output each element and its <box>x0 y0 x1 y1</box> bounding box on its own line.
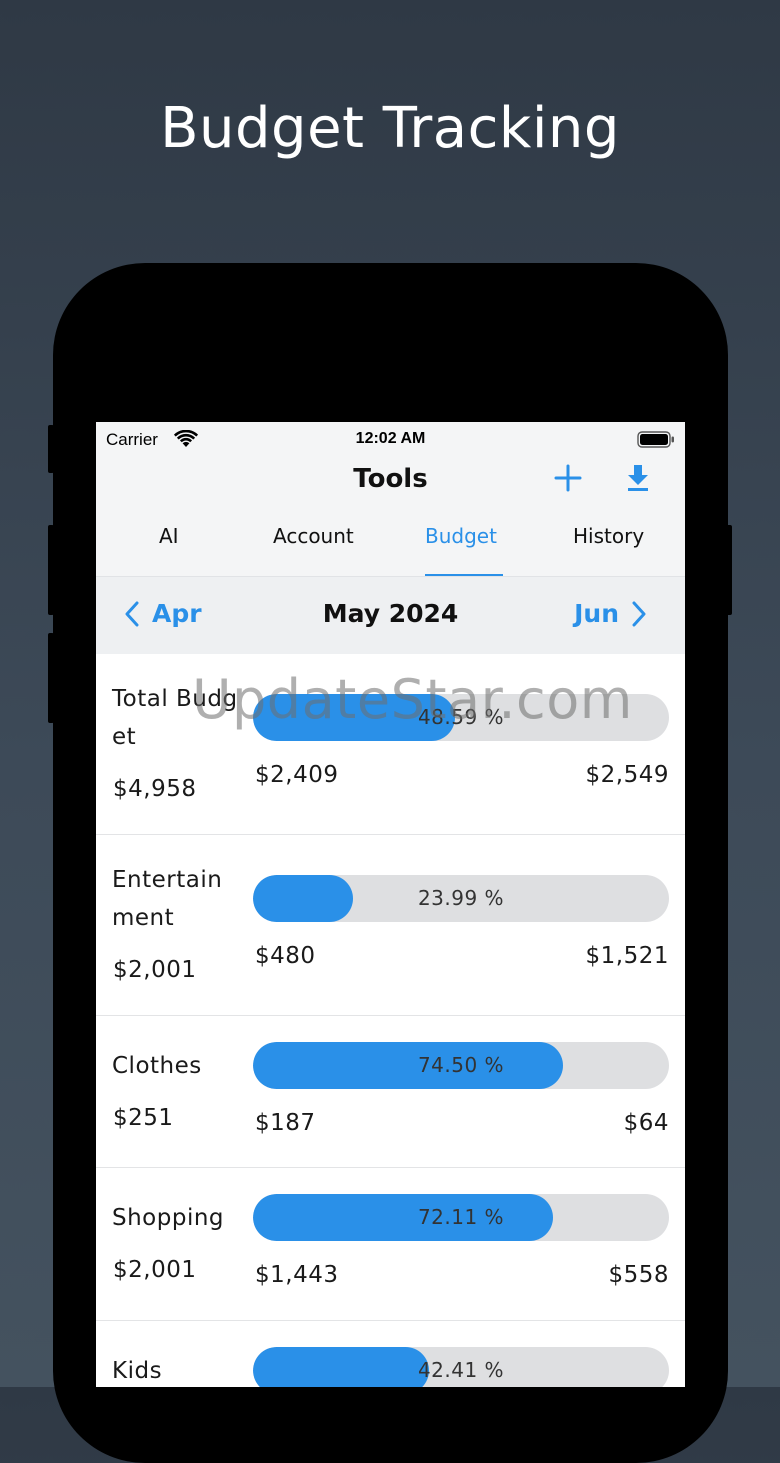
budget-row-entertainment[interactable]: Entertainment $2,001 23.99 % $480 $1,521 <box>96 835 685 1016</box>
plus-icon <box>554 464 582 492</box>
remaining-amount: $1,521 <box>585 943 669 969</box>
active-tab-indicator <box>425 574 503 576</box>
spent-amount: $2,409 <box>255 762 339 788</box>
budget-row-clothes[interactable]: Clothes $251 74.50 % $187 $64 <box>96 1016 685 1168</box>
download-icon <box>628 465 648 491</box>
progress-percent: 42.41 % <box>417 1358 505 1382</box>
add-button[interactable] <box>552 462 584 494</box>
app-screen: Carrier 12:02 AM Tools AI Account Budget… <box>96 422 685 1387</box>
budget-amount: $4,958 <box>113 776 197 802</box>
promo-title: Budget Tracking <box>160 96 620 161</box>
budget-progress-bar: 23.99 % <box>253 875 669 922</box>
progress-percent: 23.99 % <box>417 886 505 910</box>
tab-history[interactable]: History <box>573 524 644 548</box>
spent-amount: $1,443 <box>255 1262 339 1288</box>
navigation-bar: Tools <box>96 456 685 504</box>
progress-percent: 48.59 % <box>417 705 505 729</box>
progress-percent: 72.11 % <box>417 1205 505 1229</box>
battery-icon <box>637 431 675 453</box>
remaining-amount: $64 <box>623 1110 669 1136</box>
budget-name: Total Budget <box>112 686 238 750</box>
next-month-button[interactable]: Jun <box>574 599 647 628</box>
budget-progress-bar: 74.50 % <box>253 1042 669 1089</box>
budget-row-kids[interactable]: Kids 42.41 % <box>96 1321 685 1387</box>
chevron-right-icon <box>632 601 646 626</box>
budget-name: Kids <box>112 1358 163 1384</box>
remaining-amount: $2,549 <box>585 762 669 788</box>
budget-list: Total Budget $4,958 48.59 % $2,409 $2,54… <box>96 654 685 1387</box>
budget-row-shopping[interactable]: Shopping $2,001 72.11 % $1,443 $558 <box>96 1168 685 1321</box>
download-button[interactable] <box>622 462 654 494</box>
budget-name: Clothes <box>112 1053 202 1079</box>
budget-progress-bar: 42.41 % <box>253 1347 669 1387</box>
status-bar: Carrier 12:02 AM <box>96 422 685 456</box>
tab-bar: AI Account Budget History <box>96 504 685 577</box>
tab-account[interactable]: Account <box>273 524 354 548</box>
month-navigator: Apr May 2024 Jun <box>96 577 685 654</box>
spent-amount: $480 <box>255 943 316 969</box>
next-month-label: Jun <box>574 599 619 628</box>
budget-name: Shopping <box>112 1205 225 1231</box>
budget-name: Entertainment <box>112 867 223 931</box>
progress-percent: 74.50 % <box>417 1053 505 1077</box>
budget-progress-bar: 48.59 % <box>253 694 669 741</box>
budget-row-total[interactable]: Total Budget $4,958 48.59 % $2,409 $2,54… <box>96 654 685 835</box>
spent-amount: $187 <box>255 1110 316 1136</box>
remaining-amount: $558 <box>608 1262 669 1288</box>
status-time: 12:02 AM <box>355 430 426 447</box>
budget-progress-bar: 72.11 % <box>253 1194 669 1241</box>
budget-amount: $2,001 <box>113 1257 197 1283</box>
budget-amount: $251 <box>113 1105 174 1131</box>
tab-ai[interactable]: AI <box>159 524 179 548</box>
tab-budget[interactable]: Budget <box>425 524 497 548</box>
budget-amount: $2,001 <box>113 957 197 983</box>
page-title: Tools <box>353 464 428 494</box>
